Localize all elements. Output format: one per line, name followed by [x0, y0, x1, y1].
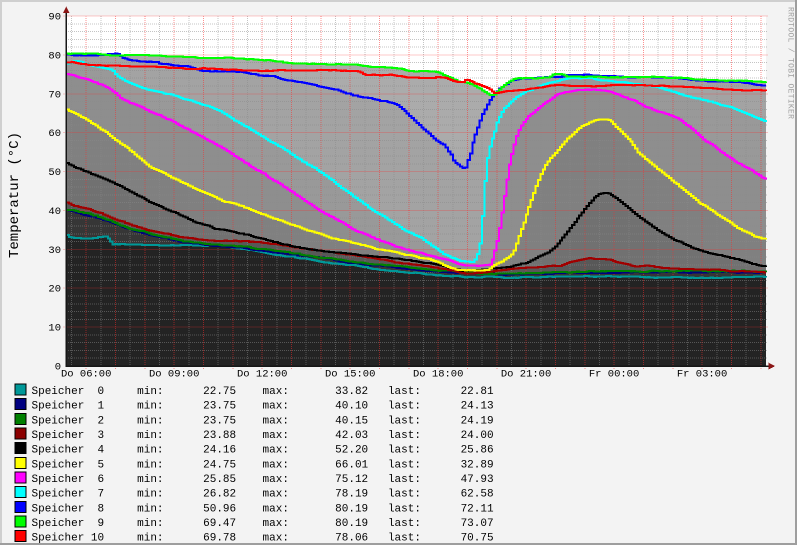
svg-text:Speicher 9 min: 69.4: Speicher 9 min: 69.47 max: 80.19 last: 7…	[32, 518, 494, 530]
svg-text:Speicher 1 min: 23.7: Speicher 1 min: 23.75 max: 40.10 last: 2…	[32, 401, 494, 413]
svg-text:Speicher 10 min: 69.7: Speicher 10 min: 69.78 max: 78.06 last: …	[32, 533, 494, 545]
svg-text:Do 09:00: Do 09:00	[149, 369, 199, 381]
svg-text:Fr 03:00: Fr 03:00	[677, 369, 727, 381]
svg-text:60: 60	[48, 128, 61, 140]
svg-text:70: 70	[48, 89, 61, 101]
svg-text:10: 10	[48, 323, 61, 335]
svg-text:Do 12:00: Do 12:00	[237, 369, 287, 381]
svg-text:Do 15:00: Do 15:00	[325, 369, 375, 381]
svg-text:Do 06:00: Do 06:00	[61, 369, 111, 381]
svg-text:Speicher 5 min: 24.7: Speicher 5 min: 24.75 max: 66.01 last: 3…	[32, 459, 494, 471]
svg-text:Speicher 7 min: 26.8: Speicher 7 min: 26.82 max: 78.19 last: 6…	[32, 489, 494, 501]
svg-text:20: 20	[48, 284, 61, 296]
svg-text:Fr 00:00: Fr 00:00	[589, 369, 639, 381]
svg-text:Do 18:00: Do 18:00	[413, 369, 463, 381]
svg-text:Speicher 8 min: 50.9: Speicher 8 min: 50.96 max: 80.19 last: 7…	[32, 503, 494, 515]
svg-text:Speicher 2 min: 23.7: Speicher 2 min: 23.75 max: 40.15 last: 2…	[32, 415, 494, 427]
svg-text:Speicher 0 min: 22.7: Speicher 0 min: 22.75 max: 33.82 last: 2…	[32, 386, 494, 398]
svg-text:RRDTOOL / TOBI OETIKER: RRDTOOL / TOBI OETIKER	[786, 7, 795, 119]
svg-text:80: 80	[48, 50, 61, 62]
svg-text:50: 50	[48, 167, 61, 179]
svg-text:30: 30	[48, 245, 61, 257]
svg-text:Temperatur (°C): Temperatur (°C)	[7, 132, 23, 258]
svg-text:Speicher 4 min: 24.1: Speicher 4 min: 24.16 max: 52.20 last: 2…	[32, 445, 494, 457]
svg-text:Do 21:00: Do 21:00	[501, 369, 551, 381]
svg-text:90: 90	[48, 12, 61, 24]
svg-text:40: 40	[48, 206, 61, 218]
svg-text:Speicher 3 min: 23.8: Speicher 3 min: 23.88 max: 42.03 last: 2…	[32, 430, 494, 442]
svg-text:Speicher 6 min: 25.8: Speicher 6 min: 25.85 max: 75.12 last: 4…	[32, 474, 494, 486]
